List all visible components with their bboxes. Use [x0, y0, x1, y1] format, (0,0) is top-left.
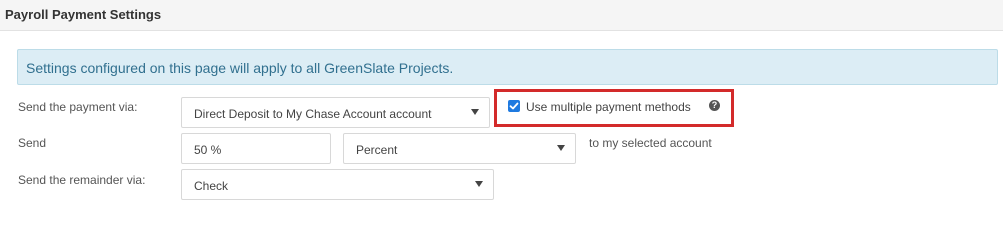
send-label: Send	[18, 136, 47, 150]
send-unit-select[interactable]: Percent	[343, 133, 576, 164]
caret-down-icon	[557, 145, 565, 151]
payment-via-value: Direct Deposit to My Chase Account accou…	[194, 107, 432, 121]
remainder-label: Send the remainder via:	[18, 173, 146, 187]
info-alert-text: Settings configured on this page will ap…	[26, 60, 454, 76]
send-amount-value: 50 %	[194, 143, 222, 157]
remainder-value: Check	[194, 179, 229, 193]
remainder-select[interactable]: Check	[181, 169, 494, 200]
page-title: Payroll Payment Settings	[5, 7, 162, 22]
page-header: Payroll Payment Settings	[0, 0, 1003, 31]
payment-via-label: Send the payment via:	[18, 100, 138, 114]
payment-via-select[interactable]: Direct Deposit to My Chase Account accou…	[181, 97, 490, 128]
multiple-methods-checkbox[interactable]	[508, 100, 520, 112]
multiple-methods-label[interactable]: Use multiple payment methods	[526, 100, 691, 114]
send-amount-input[interactable]: 50 %	[181, 133, 331, 164]
send-suffix-text: to my selected account	[589, 136, 712, 150]
info-alert: Settings configured on this page will ap…	[17, 49, 998, 85]
caret-down-icon	[471, 109, 479, 115]
question-circle-icon[interactable]: ?	[709, 100, 720, 111]
caret-down-icon	[475, 181, 483, 187]
check-icon	[509, 102, 519, 110]
send-unit-value: Percent	[356, 143, 398, 157]
